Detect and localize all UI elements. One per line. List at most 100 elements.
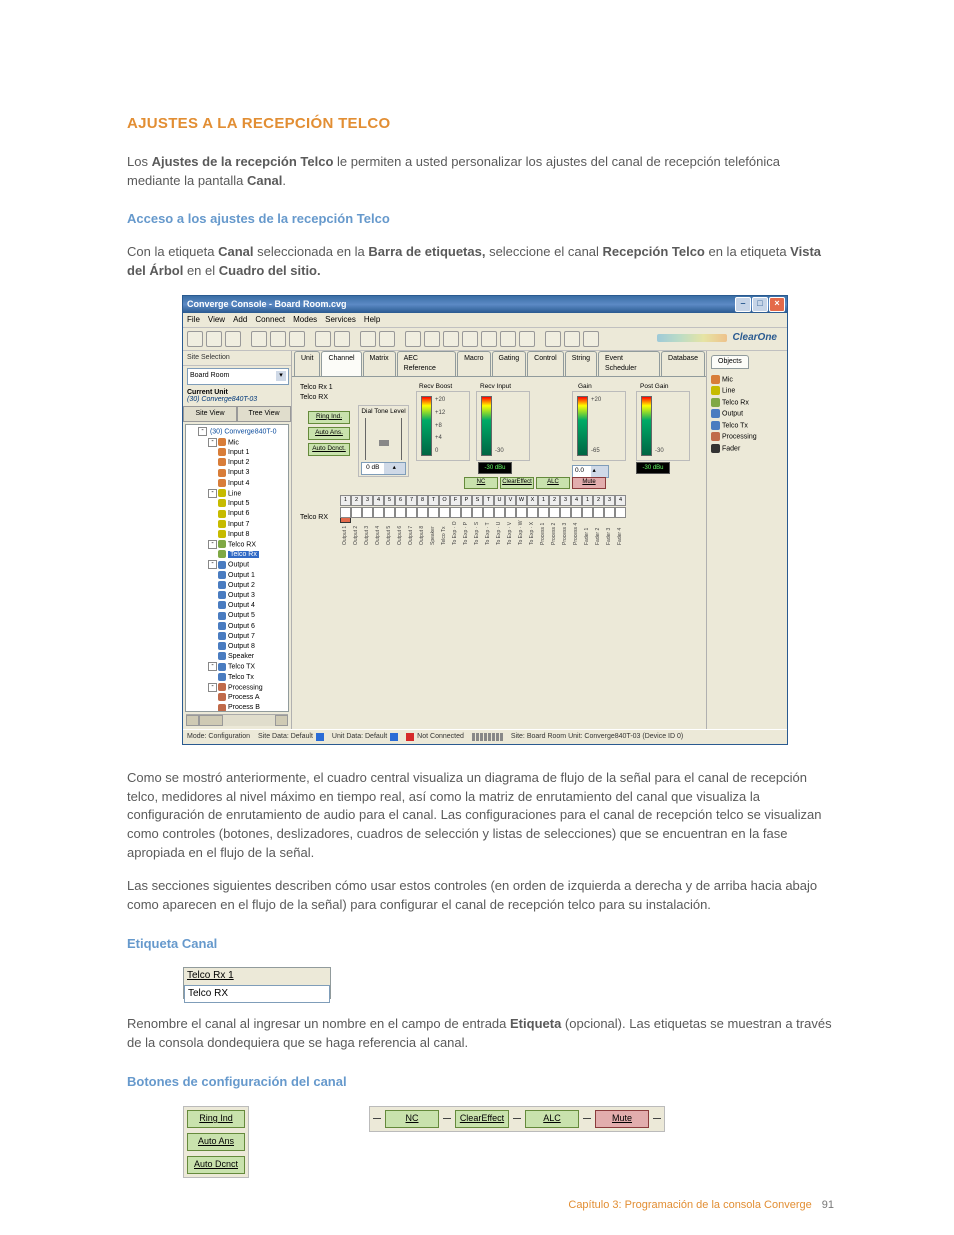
tree-group[interactable]: -Processing [188,683,286,693]
scroll-right-icon[interactable] [275,715,288,726]
objects-item[interactable]: Mic [711,375,783,385]
dtl-spinner[interactable]: 0 dB▴ [361,462,406,475]
objects-tab[interactable]: Objects [711,355,749,369]
tb-icon[interactable] [500,331,516,347]
matrix-cell[interactable] [604,507,615,518]
matrix-cell[interactable] [384,507,395,518]
menu-file[interactable]: File [187,315,200,324]
objects-item[interactable]: Output [711,409,783,419]
matrix-cell[interactable] [571,507,582,518]
tree-item[interactable]: Output 2 [188,581,286,591]
tb-icon[interactable] [289,331,305,347]
signal-button-nc[interactable]: NC [385,1110,439,1128]
dtl-slider[interactable] [365,418,402,460]
tab-gating[interactable]: Gating [492,351,527,376]
matrix-cell[interactable] [549,507,560,518]
tree-item[interactable]: Output 5 [188,611,286,621]
tree-item[interactable]: Output 3 [188,591,286,601]
signal-button-alc[interactable]: ALC [525,1110,579,1128]
matrix-cell[interactable] [538,507,549,518]
signal-button-mute[interactable]: Mute [595,1110,649,1128]
tb-icon[interactable] [583,331,599,347]
tb-icon[interactable] [424,331,440,347]
matrix-cell[interactable] [494,507,505,518]
tab-control[interactable]: Control [527,351,564,376]
cfg-button-auto ans[interactable]: Auto Ans [187,1133,245,1151]
tree-item[interactable]: Telco Tx [188,673,286,683]
tab-event scheduler[interactable]: Event Scheduler [598,351,660,376]
objects-item[interactable]: Line [711,386,783,396]
tab-macro[interactable]: Macro [457,351,490,376]
tree-item[interactable]: Input 4 [188,479,286,489]
tb-icon[interactable] [545,331,561,347]
matrix-cell[interactable] [362,507,373,518]
matrix-cell[interactable] [395,507,406,518]
tree-item[interactable]: Input 6 [188,509,286,519]
tab-channel[interactable]: Channel [321,351,361,376]
tb-icon[interactable] [334,331,350,347]
tb-icon[interactable] [270,331,286,347]
tree-item[interactable]: Input 3 [188,468,286,478]
matrix-cell[interactable] [461,507,472,518]
objects-item[interactable]: Fader [711,444,783,454]
tree-item[interactable]: Input 1 [188,448,286,458]
scroll-left-icon[interactable] [186,715,199,726]
tree-group[interactable]: -Mic [188,438,286,448]
tree-group[interactable]: -Line [188,489,286,499]
tree-item[interactable]: Telco Rx [188,550,286,560]
tb-icon[interactable] [405,331,421,347]
tree-item[interactable]: Input 8 [188,530,286,540]
signal-button-alc[interactable]: ALC [536,477,570,489]
spinner-up-down-icon[interactable]: ▴ [384,463,406,474]
matrix-cell[interactable] [439,507,450,518]
tree-item[interactable]: Process A [188,693,286,703]
tree-group[interactable]: -Telco RX [188,540,286,550]
signal-button-nc[interactable]: NC [464,477,498,489]
spinner-up-down-icon[interactable]: ▴ [591,466,609,477]
cfg-button[interactable]: Auto Dcnct. [308,443,350,456]
tree-item[interactable]: Output 4 [188,601,286,611]
tab-string[interactable]: String [565,351,597,376]
tree-item[interactable]: Input 2 [188,458,286,468]
tree-item[interactable]: Output 1 [188,571,286,581]
tab-matrix[interactable]: Matrix [363,351,396,376]
menu-add[interactable]: Add [233,315,247,324]
cfg-button[interactable]: Ring Ind. [308,411,350,424]
tb-icon[interactable] [564,331,580,347]
matrix-cell[interactable] [593,507,604,518]
objects-item[interactable]: Telco Rx [711,398,783,408]
tree-group[interactable]: -Telco TX [188,662,286,672]
tab-database[interactable]: Database [661,351,705,376]
matrix-cell[interactable] [373,507,384,518]
menu-services[interactable]: Services [325,315,356,324]
tb-icon[interactable] [251,331,267,347]
left-tab[interactable]: Tree View [237,406,291,422]
objects-item[interactable]: Processing [711,432,783,442]
matrix-cell[interactable] [615,507,626,518]
tb-icon[interactable] [443,331,459,347]
tb-icon[interactable] [225,331,241,347]
tb-icon[interactable] [187,331,203,347]
matrix-cell[interactable] [472,507,483,518]
signal-button-cleareffect[interactable]: ClearEffect [455,1110,509,1128]
cfg-button-ring ind[interactable]: Ring Ind [187,1110,245,1128]
matrix-cell[interactable] [582,507,593,518]
tb-icon[interactable] [481,331,497,347]
matrix-cell[interactable] [406,507,417,518]
menu-view[interactable]: View [208,315,225,324]
matrix-cell[interactable] [560,507,571,518]
tree-node[interactable]: - (30) Converge840T-0 [188,427,286,437]
tree-item[interactable]: Output 6 [188,622,286,632]
matrix-cell[interactable] [516,507,527,518]
signal-button-mute[interactable]: Mute [572,477,606,489]
objects-item[interactable]: Telco Tx [711,421,783,431]
matrix-cell[interactable] [450,507,461,518]
tree-item[interactable]: Output 8 [188,642,286,652]
site-selection-combo[interactable]: Board Room▾ [187,368,289,385]
tree-group[interactable]: -Output [188,560,286,570]
close-button[interactable]: × [769,297,785,312]
menu-connect[interactable]: Connect [255,315,285,324]
matrix-cell[interactable] [417,507,428,518]
tb-icon[interactable] [462,331,478,347]
maximize-button[interactable]: □ [752,297,768,312]
